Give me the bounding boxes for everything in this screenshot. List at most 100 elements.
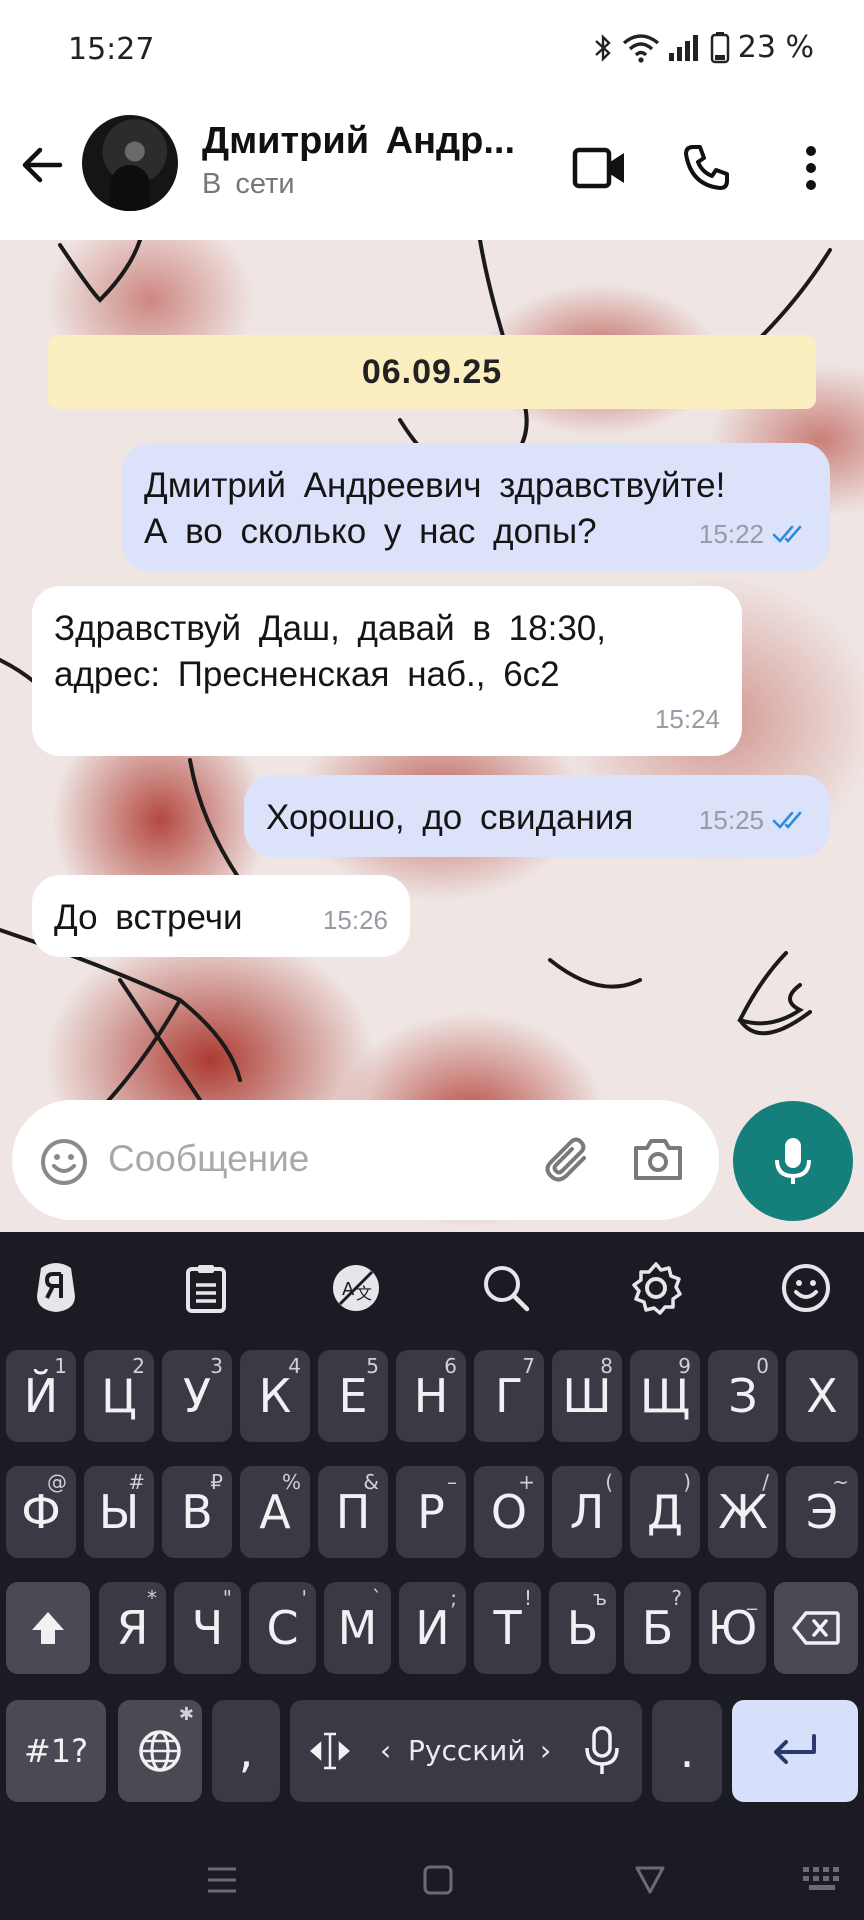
key-я[interactable]: Я * [99,1582,166,1674]
key-е[interactable]: Е5 [318,1350,388,1442]
key-label: Я [116,1601,149,1655]
emoji-button[interactable] [40,1138,88,1191]
battery-percent: 23 % [737,30,814,65]
status-time: 15:27 [68,32,155,67]
key-ю[interactable]: Ю _ [699,1582,766,1674]
key-м[interactable]: М ` [324,1582,391,1674]
enter-icon [774,1734,816,1764]
video-call-button[interactable] [570,138,630,198]
menu-icon[interactable] [202,1860,242,1900]
message-bubble-incoming[interactable]: До встречи 15:26 [32,875,410,957]
language-switch-key[interactable]: ✱ [118,1700,202,1802]
message-bubble-outgoing[interactable]: Дмитрий Андреевич здравствуйте! А во ско… [122,443,830,571]
period-key[interactable]: . [652,1700,722,1802]
key-hint: ~ [832,1470,849,1494]
key-label: В [181,1485,213,1539]
shift-key[interactable] [6,1582,90,1674]
system-navbar [0,1840,864,1920]
key-г[interactable]: Г7 [474,1350,544,1442]
back-button[interactable] [18,140,68,190]
backspace-key[interactable] [774,1582,858,1674]
key-ч[interactable]: Ч " [174,1582,241,1674]
key-и[interactable]: И; [399,1582,466,1674]
avatar[interactable] [82,115,178,211]
chat-header: Дмитрий Андр... В сети [0,100,864,240]
key-hint: ! [523,1586,532,1610]
search-icon[interactable] [478,1260,534,1316]
attach-icon [545,1137,586,1182]
key-ш[interactable]: Ш8 [552,1350,622,1442]
key-label: Й [23,1369,59,1423]
message-time: 15:22 [698,519,764,549]
key-hint: 0 [756,1354,769,1378]
key-у[interactable]: У3 [162,1350,232,1442]
key-в[interactable]: В ₽ [162,1466,232,1558]
more-options-button[interactable] [781,138,841,198]
phone-icon [684,145,729,190]
message-composer[interactable]: Сообщение [12,1100,719,1220]
key-ж[interactable]: Ж / [708,1466,778,1558]
camera-button[interactable] [632,1136,684,1187]
key-п[interactable]: П & [318,1466,388,1558]
key-щ[interactable]: Щ9 [630,1350,700,1442]
key-б[interactable]: Б? [624,1582,691,1674]
keyboard-hide-icon[interactable] [800,1860,844,1900]
settings-icon[interactable] [628,1260,684,1316]
key-label: Р [417,1485,445,1539]
key-р[interactable]: Р – [396,1466,466,1558]
key-ц[interactable]: Ц2 [84,1350,154,1442]
symbols-key[interactable]: #1? [6,1700,106,1802]
message-meta: 15:22 [699,511,808,557]
key-ф[interactable]: Ф @ [6,1466,76,1558]
message-bubble-outgoing[interactable]: Хорошо, до свидания 15:25 [244,775,830,857]
double-check-read-icon [772,525,802,543]
key-с[interactable]: С ' [249,1582,316,1674]
key-hint: & [363,1470,379,1494]
emoji-icon [41,1139,87,1185]
translate-icon[interactable]: A文 [328,1260,384,1316]
emoji-icon[interactable] [778,1260,834,1316]
contact-status: В сети [202,168,295,200]
key-о[interactable]: О + [474,1466,544,1558]
voice-record-button[interactable] [733,1101,853,1221]
message-input[interactable]: Сообщение [108,1138,309,1180]
more-vertical-icon [806,146,816,190]
key-hint: + [518,1470,535,1494]
clipboard-icon[interactable] [178,1260,234,1316]
key-ь[interactable]: Ьъ [549,1582,616,1674]
key-hint: 6 [444,1354,457,1378]
key-л[interactable]: Л( [552,1466,622,1558]
key-а[interactable]: А% [240,1466,310,1558]
key-hint: ' [301,1586,308,1610]
key-з[interactable]: З0 [708,1350,778,1442]
key-label: Б [641,1601,674,1655]
keyboard: A文 Й1 Ц2 У3 К4 Е5 Н6 Г7 Ш8 Щ9 З0 Х Ф @ Ы #… [0,1232,864,1920]
key-й[interactable]: Й1 [6,1350,76,1442]
key-hint: ₽ [210,1470,223,1494]
key-hint: 1 [54,1354,67,1378]
space-key[interactable]: ‹ Русский › [290,1700,642,1802]
chat-area[interactable]: 06.09.25 Дмитрий Андреевич здравствуйте!… [0,240,864,1232]
key-ы[interactable]: Ы # [84,1466,154,1558]
key-hint: _ [747,1586,757,1610]
attach-button[interactable] [542,1136,596,1191]
key-э[interactable]: Э ~ [786,1466,858,1558]
key-х[interactable]: Х [786,1350,858,1442]
key-д[interactable]: Д) [630,1466,700,1558]
home-icon[interactable] [418,1860,458,1900]
key-hint: 7 [522,1354,535,1378]
phone-call-button[interactable] [676,138,736,198]
key-н[interactable]: Н6 [396,1350,466,1442]
key-к[interactable]: К4 [240,1350,310,1442]
message-bubble-incoming[interactable]: Здравствуй Даш, давай в 18:30, адрес: Пр… [32,586,742,756]
yandex-mitten-icon[interactable] [28,1260,84,1316]
voice-input-icon [585,1726,619,1774]
key-hint: @ [47,1470,67,1494]
back-icon[interactable] [630,1860,670,1900]
contact-name[interactable]: Дмитрий Андр... [202,120,532,163]
key-label: Е [338,1369,368,1423]
enter-key[interactable] [732,1700,858,1802]
key-т[interactable]: Т! [474,1582,541,1674]
key-hint: ? [671,1586,682,1610]
comma-key[interactable]: , [212,1700,280,1802]
